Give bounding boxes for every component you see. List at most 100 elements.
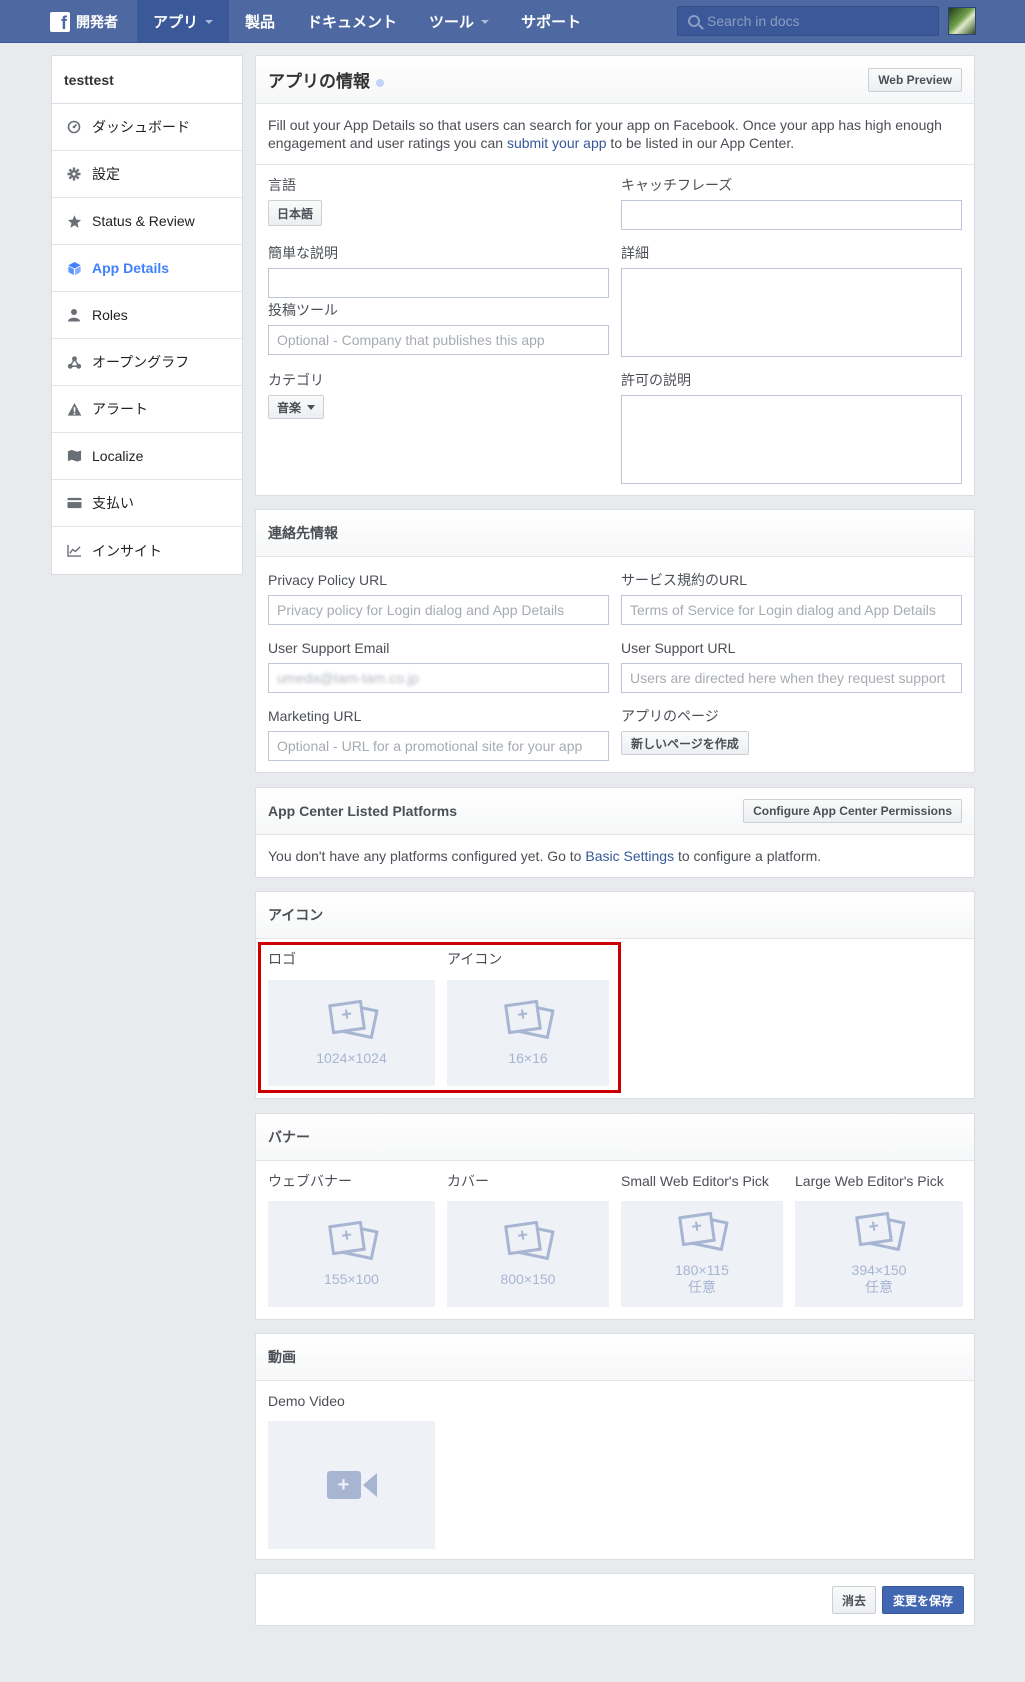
long-description-textarea[interactable] <box>621 268 962 357</box>
marketing-url-field: Marketing URL Optional - URL for a promo… <box>268 708 609 761</box>
language-select[interactable]: 日本語 <box>268 200 323 226</box>
cover-upload[interactable]: 800×150 <box>447 1201 609 1307</box>
basic-settings-link[interactable]: Basic Settings <box>585 848 674 864</box>
app-info-header: アプリの情報 Web Preview <box>256 56 974 104</box>
small-editors-pick-upload[interactable]: 180×115 任意 <box>621 1201 783 1307</box>
top-navigation-bar: f 開発者 アプリ 製品 ドキュメント ツール サポート Search in d… <box>0 0 1025 43</box>
sidebar-item-roles[interactable]: Roles <box>52 292 242 339</box>
sidebar-item-status-review[interactable]: Status & Review <box>52 198 242 245</box>
icons-header: アイコン <box>256 892 974 939</box>
nav-item-apps[interactable]: アプリ <box>137 0 230 43</box>
contact-panel: 連絡先情報 Privacy Policy URL Privacy policy … <box>255 509 975 773</box>
support-email-input[interactable]: umeda@tam-tam.co.jp <box>268 663 609 693</box>
app-info-intro: Fill out your App Details so that users … <box>256 104 974 165</box>
permission-description-field: 許可の説明 <box>621 372 962 484</box>
section-title: アイコン <box>268 907 324 923</box>
card-icon <box>66 495 82 511</box>
main-nav: アプリ 製品 ドキュメント ツール サポート <box>137 0 597 43</box>
category-field: カテゴリ 音楽 <box>268 372 609 419</box>
section-title: 連絡先情報 <box>268 525 338 541</box>
save-actions: 消去 変更を保存 <box>831 1586 964 1614</box>
cube-icon <box>66 260 82 276</box>
add-image-icon <box>326 1220 379 1265</box>
section-title: バナー <box>268 1129 310 1145</box>
privacy-policy-field: Privacy Policy URL Privacy policy for Lo… <box>268 572 609 625</box>
banners-panel: バナー ウェブバナー 155×100 カバー 800×150 Small Web… <box>255 1113 975 1320</box>
sidebar-item-localize[interactable]: Localize <box>52 433 242 480</box>
web-preview-button[interactable]: Web Preview <box>868 67 962 92</box>
tagline-field: キャッチフレーズ <box>621 177 962 230</box>
tagline-input[interactable] <box>621 200 962 230</box>
save-bar: 消去 変更を保存 <box>255 1573 975 1626</box>
long-description-field: 詳細 <box>621 245 962 357</box>
support-url-input[interactable]: Users are directed here when they reques… <box>621 663 962 693</box>
sidebar-item-insights[interactable]: インサイト <box>52 527 242 574</box>
platforms-panel: App Center Listed Platforms Configure Ap… <box>255 787 975 878</box>
nav-item-docs[interactable]: ドキュメント <box>291 0 413 43</box>
video-panel: 動画 Demo Video + <box>255 1333 975 1560</box>
sidebar-item-payments[interactable]: 支払い <box>52 480 242 527</box>
dashboard-icon <box>66 119 82 135</box>
sidebar-item-open-graph[interactable]: オープングラフ <box>52 339 242 386</box>
create-page-button[interactable]: 新しいページを作成 <box>621 731 749 755</box>
developers-logo[interactable]: f 開発者 <box>50 0 118 43</box>
sidebar-item-settings[interactable]: 設定 <box>52 151 242 198</box>
search-icon <box>688 15 700 27</box>
video-camera-icon: + <box>326 1471 377 1499</box>
app-info-panel: アプリの情報 Web Preview Fill out your App Det… <box>255 55 975 496</box>
app-sidebar: testtest ダッシュボード 設定 Status & Review App … <box>51 55 243 575</box>
category-select[interactable]: 音楽 <box>268 395 325 419</box>
nav-item-products[interactable]: 製品 <box>229 0 291 43</box>
sidebar-item-alerts[interactable]: アラート <box>52 386 242 433</box>
banners-header: バナー <box>256 1114 974 1161</box>
platforms-header: App Center Listed Platforms Configure Ap… <box>256 788 974 835</box>
privacy-policy-input[interactable]: Privacy policy for Login dialog and App … <box>268 595 609 625</box>
terms-of-service-input[interactable]: Terms of Service for Login dialog and Ap… <box>621 595 962 625</box>
status-dot-icon <box>376 78 384 87</box>
section-title: App Center Listed Platforms <box>268 803 458 819</box>
brand-label: 開発者 <box>76 13 118 30</box>
add-image-icon <box>853 1211 906 1256</box>
warning-icon <box>66 401 82 417</box>
chevron-down-icon <box>205 19 214 24</box>
discard-button[interactable]: 消去 <box>831 1586 876 1614</box>
save-changes-button[interactable]: 変更を保存 <box>881 1586 964 1614</box>
submit-app-link[interactable]: submit your app <box>507 135 607 151</box>
search-input[interactable]: Search in docs <box>677 6 939 36</box>
marketing-url-input[interactable]: Optional - URL for a promotional site fo… <box>268 731 609 761</box>
short-description-input[interactable] <box>268 268 609 298</box>
video-header: 動画 <box>256 1334 974 1381</box>
publisher-field: 投稿ツール Optional - Company that publishes … <box>268 302 609 355</box>
avatar[interactable] <box>948 7 976 35</box>
sidebar-item-app-details[interactable]: App Details <box>52 245 242 292</box>
nav-item-tools[interactable]: ツール <box>413 0 505 43</box>
cover-field: カバー <box>447 1173 489 1189</box>
graph-icon <box>66 354 82 370</box>
configure-permissions-button[interactable]: Configure App Center Permissions <box>743 799 962 823</box>
publisher-input[interactable]: Optional - Company that publishes this a… <box>268 325 609 355</box>
platforms-message: You don't have any platforms configured … <box>268 848 822 864</box>
chart-icon <box>66 543 82 559</box>
chevron-down-icon <box>481 19 490 24</box>
person-icon <box>66 307 82 323</box>
sidebar-item-dashboard[interactable]: ダッシュボード <box>52 104 242 151</box>
web-banner-upload[interactable]: 155×100 <box>268 1201 435 1307</box>
add-image-icon <box>502 1220 555 1265</box>
small-editors-pick-field: Small Web Editor's Pick <box>621 1173 769 1189</box>
demo-video-upload[interactable]: + <box>268 1421 435 1549</box>
section-title: 動画 <box>268 1349 296 1365</box>
web-banner-field: ウェブバナー <box>268 1173 352 1189</box>
short-description-field: 簡単な説明 <box>268 245 609 298</box>
support-email-field: User Support Email umeda@tam-tam.co.jp <box>268 640 609 693</box>
terms-of-service-field: サービス規約のURL Terms of Service for Login di… <box>621 572 962 625</box>
page-title: アプリの情報 <box>268 67 384 92</box>
permission-description-textarea[interactable] <box>621 395 962 484</box>
large-editors-pick-upload[interactable]: 394×150 任意 <box>795 1201 963 1307</box>
sidebar-app-name[interactable]: testtest <box>52 56 242 104</box>
add-image-icon <box>676 1211 729 1256</box>
facebook-logo-icon: f <box>50 11 70 33</box>
gear-icon <box>66 166 82 182</box>
nav-item-support[interactable]: サポート <box>505 0 597 43</box>
highlight-box <box>258 942 621 1093</box>
icons-panel: アイコン ロゴ 1024×1024 アイコン 16×16 <box>255 891 975 1099</box>
